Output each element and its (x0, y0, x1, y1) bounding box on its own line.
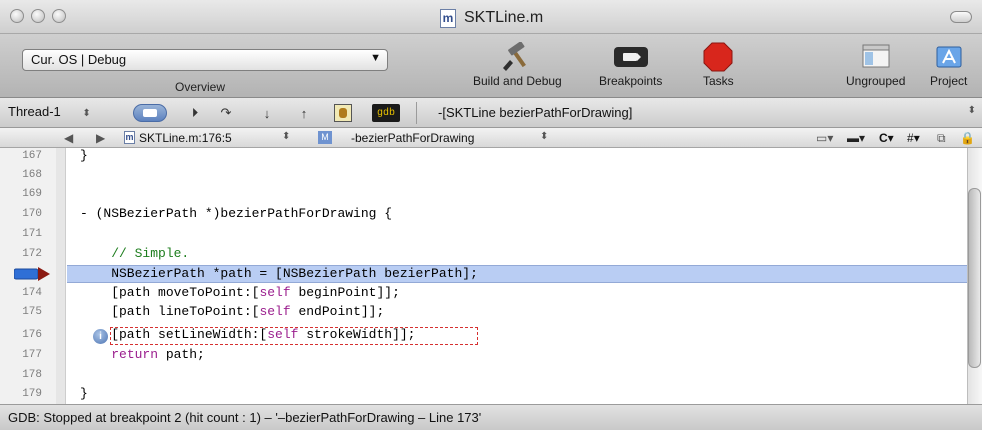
close-window-button[interactable] (10, 9, 24, 23)
include-menu-label: # (907, 131, 914, 145)
line-number: 174 (22, 287, 42, 299)
class-menu[interactable]: C▾ (879, 131, 894, 145)
file-location-popup[interactable]: SKTLine.m:176:5 (139, 131, 232, 145)
toolbar: Cur. OS | Debug ▼ Overview Build and Deb… (0, 34, 982, 98)
vertical-scrollbar[interactable] (967, 148, 982, 404)
thread-popup[interactable]: Thread-1 ⬍ (8, 104, 91, 119)
overview-value: Cur. OS | Debug (31, 52, 127, 67)
objc-file-icon: m (124, 131, 135, 144)
code-editor[interactable]: 167 168 169 170 171 172 174 175 176 177 … (0, 148, 982, 404)
thread-value: Thread-1 (8, 104, 61, 119)
code-line: [path moveToPoint:[self beginPoint]]; (80, 285, 400, 300)
debugger-bar: Thread-1 ⬍ ⏵ ↷ ↓ ↑ gdb -[SKTLine bezierP… (0, 98, 982, 128)
objc-file-icon: m (440, 8, 456, 28)
code-comment-line: // Simple. (80, 246, 190, 261)
chevron-updown-icon: ⬍ (282, 131, 291, 142)
tasks-label: Tasks (703, 74, 734, 88)
debugger-bug-icon (339, 108, 347, 118)
code-line: } (80, 148, 88, 163)
toggle-breakpoints-button[interactable] (133, 104, 167, 122)
info-icon[interactable]: i (93, 329, 108, 344)
class-menu-label: C (879, 131, 888, 145)
title-bar: m SKTLine.m (0, 0, 982, 34)
code-line: return path; (111, 347, 205, 362)
line-number: 172 (22, 248, 42, 260)
toolbar-divider (416, 102, 417, 124)
status-text: GDB: Stopped at breakpoint 2 (hit count … (8, 410, 482, 425)
build-and-debug-button[interactable]: Build and Debug (473, 42, 562, 88)
line-number (2, 266, 42, 282)
project-button[interactable]: Project (930, 42, 967, 88)
line-number: 176 (22, 329, 42, 341)
breakpoints-label: Breakpoints (599, 74, 663, 88)
hover-expression-box (110, 327, 478, 345)
step-into-icon[interactable]: ↓ (259, 104, 275, 122)
line-number: 178 (22, 369, 42, 381)
overview-label: Overview (175, 80, 226, 94)
console-button[interactable]: gdb (372, 104, 400, 122)
minimize-window-button[interactable] (31, 9, 45, 23)
ungrouped-label: Ungrouped (846, 74, 906, 88)
window-title: SKTLine.m (464, 9, 544, 26)
lock-icon[interactable]: 🔒 (960, 131, 975, 145)
back-arrow-icon[interactable]: ◀ (64, 131, 73, 145)
stop-sign-icon (703, 42, 733, 72)
debugger-window-icon[interactable] (334, 104, 352, 122)
line-number: 179 (22, 388, 42, 400)
breakpoints-button[interactable]: Breakpoints (599, 42, 662, 88)
line-number: 167 (22, 150, 42, 162)
editor-navigation-bar: ◀ ▶ m SKTLine.m:176:5 ⬍ M -bezierPathFor… (0, 128, 982, 148)
overview-popup[interactable]: Cur. OS | Debug ▼ (22, 49, 388, 71)
step-over-icon[interactable]: ↷ (218, 104, 234, 122)
code-line: [path lineToPoint:[self endPoint]]; (80, 304, 385, 319)
status-bar: GDB: Stopped at breakpoint 2 (hit count … (0, 404, 982, 430)
chevron-updown-icon: ⬍ (967, 105, 976, 116)
toolbar-toggle-button[interactable] (950, 11, 972, 23)
project-app-icon (934, 42, 964, 72)
stack-frame-popup[interactable]: -[SKTLine bezierPathForDrawing] (438, 105, 632, 120)
code-folding-ribbon[interactable] (56, 148, 65, 404)
ungrouped-button[interactable]: Ungrouped (846, 42, 905, 88)
scrollbar-thumb[interactable] (968, 188, 981, 368)
hammer-icon (500, 42, 534, 72)
code-line: - (NSBezierPath *)bezierPathForDrawing { (80, 206, 393, 221)
counterpart-icon[interactable]: ⧉ (937, 131, 946, 146)
breakpoint-toggle-icon (143, 109, 157, 117)
zoom-window-button[interactable] (52, 9, 66, 23)
line-number: 168 (22, 169, 42, 181)
include-menu[interactable]: #▾ (907, 131, 920, 145)
method-popup[interactable]: -bezierPathForDrawing (351, 131, 474, 145)
line-number: 169 (22, 188, 42, 200)
forward-arrow-icon[interactable]: ▶ (96, 131, 105, 145)
xcode-window: m SKTLine.m Cur. OS | Debug ▼ Overview B… (0, 0, 982, 430)
chevron-down-icon: ▼ (370, 52, 381, 64)
method-badge-icon: M (318, 131, 332, 144)
project-label: Project (930, 74, 968, 88)
build-and-debug-label: Build and Debug (473, 74, 562, 88)
line-number: 170 (22, 208, 42, 220)
window-layout-icon (861, 42, 891, 72)
step-out-icon[interactable]: ↑ (296, 104, 312, 122)
continue-icon[interactable]: ⏵ (187, 104, 203, 122)
gdb-console-label: gdb (376, 107, 395, 119)
line-number: 177 (22, 349, 42, 361)
tasks-button[interactable]: Tasks (703, 42, 734, 88)
chevron-updown-icon: ⬍ (540, 131, 549, 142)
line-number: 171 (22, 228, 42, 240)
code-line: } (80, 386, 88, 401)
current-code-line: NSBezierPath *path = [NSBezierPath bezie… (80, 266, 478, 281)
bookmarks-icon[interactable]: ▭▾ (816, 131, 833, 145)
breakpoint-toggle-icon (613, 42, 649, 72)
window-title-group: m SKTLine.m (440, 8, 543, 28)
breakpoints-menu-icon[interactable]: ▬▾ (847, 131, 865, 145)
line-number: 175 (22, 306, 42, 318)
chevron-updown-icon: ⬍ (82, 108, 91, 119)
